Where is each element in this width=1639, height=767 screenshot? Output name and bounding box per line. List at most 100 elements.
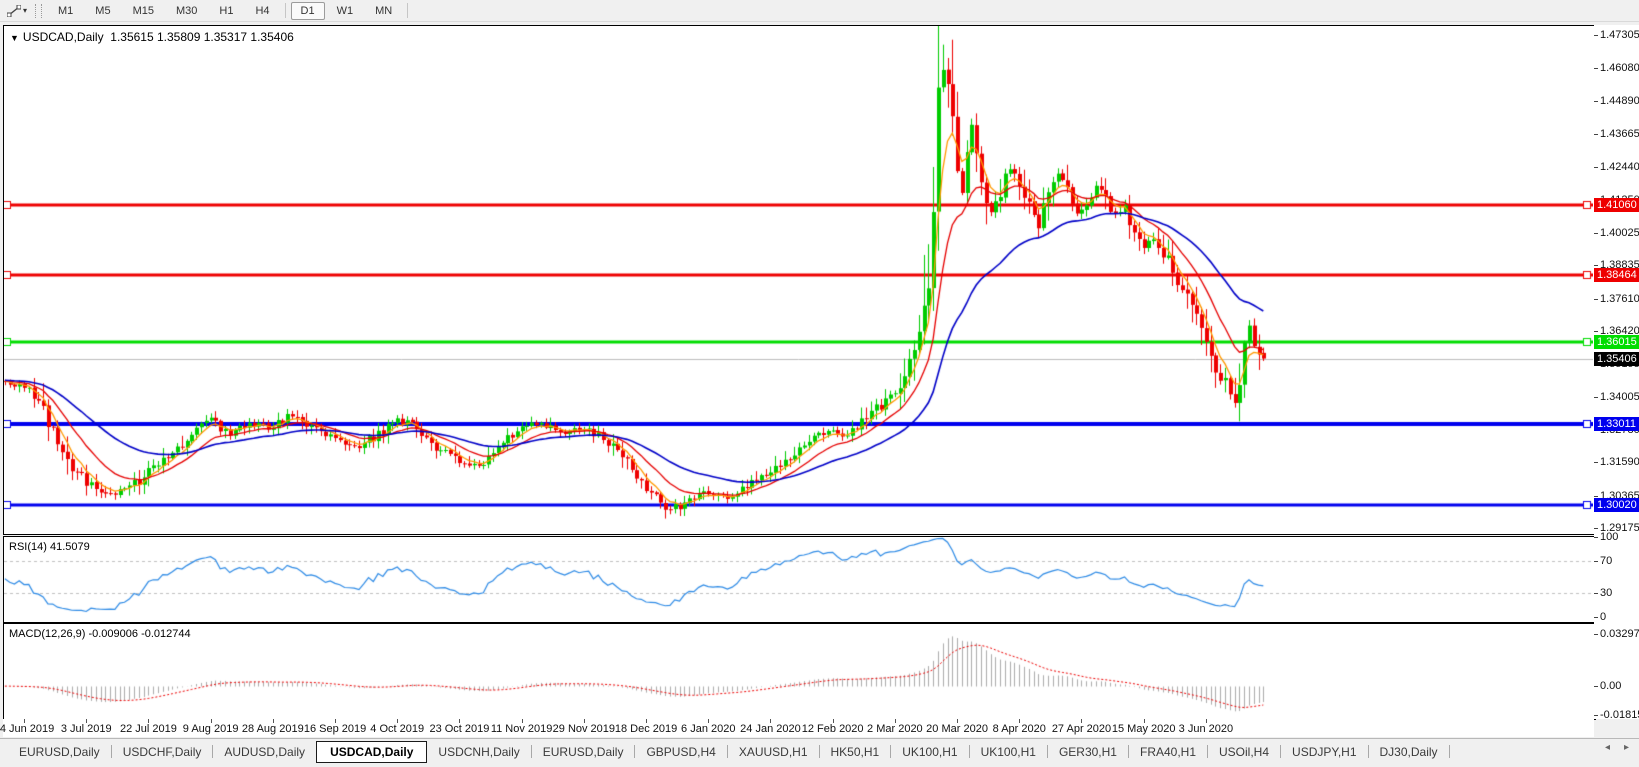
date-tick-label: 8 Apr 2020 bbox=[993, 723, 1046, 735]
price-tick-mark bbox=[1594, 167, 1598, 168]
price-tick-mark bbox=[1594, 299, 1598, 300]
date-tick-label: 3 Jul 2019 bbox=[61, 723, 112, 735]
price-axis[interactable]: 1.473051.460801.448901.436651.424401.412… bbox=[1594, 25, 1639, 719]
price-tick-label: 1.42440 bbox=[1600, 161, 1639, 173]
hline-price-tag: 1.30020 bbox=[1594, 498, 1639, 512]
timeframe-button-m5[interactable]: M5 bbox=[85, 2, 120, 20]
price-tick-mark bbox=[1594, 233, 1598, 234]
chart-tab-ger30-h1[interactable]: GER30,H1 bbox=[1048, 742, 1128, 762]
date-tick-label: 18 Dec 2019 bbox=[615, 723, 677, 735]
rsi-tick-label: 30 bbox=[1600, 587, 1612, 599]
price-tick-label: 1.44890 bbox=[1600, 95, 1639, 107]
chart-tab-hk50-h1[interactable]: HK50,H1 bbox=[820, 742, 891, 762]
price-tick-mark bbox=[1594, 397, 1598, 398]
timeframe-button-h4[interactable]: H4 bbox=[245, 2, 279, 20]
price-tick-mark bbox=[1594, 68, 1598, 69]
symbol-dropdown-icon: ▼ bbox=[10, 33, 19, 43]
macd-tick-label: 0.032972 bbox=[1600, 628, 1639, 640]
date-tick-label: 23 Oct 2019 bbox=[429, 723, 489, 735]
price-tick-label: 1.37610 bbox=[1600, 293, 1639, 305]
macd-canvas[interactable] bbox=[4, 624, 1593, 717]
hline-price-tag: 1.38464 bbox=[1594, 268, 1639, 282]
chart-tab-usdjpy-h1[interactable]: USDJPY,H1 bbox=[1281, 742, 1367, 762]
date-tick-label: 28 Aug 2019 bbox=[242, 723, 304, 735]
chart-tab-usdchf-daily[interactable]: USDCHF,Daily bbox=[112, 742, 213, 762]
chart-tab-fra40-h1[interactable]: FRA40,H1 bbox=[1129, 742, 1207, 762]
price-tick-label: 1.40025 bbox=[1600, 227, 1639, 239]
price-tick-mark bbox=[1594, 134, 1598, 135]
timeframe-button-h1[interactable]: H1 bbox=[209, 2, 243, 20]
macd-tick-label: 0.00 bbox=[1600, 680, 1621, 692]
rsi-indicator-label: RSI(14) 41.5079 bbox=[9, 541, 90, 553]
toolbar-separator bbox=[407, 3, 408, 18]
price-tick-mark bbox=[1594, 462, 1598, 463]
date-tick-label: 9 Aug 2019 bbox=[183, 723, 239, 735]
price-tick-label: 1.43665 bbox=[1600, 128, 1639, 140]
timeframe-button-m15[interactable]: M15 bbox=[123, 2, 164, 20]
tab-scroll-left-icon[interactable]: ◂ bbox=[1605, 742, 1610, 753]
chart-symbol-label: USDCAD,Daily bbox=[23, 30, 104, 44]
status-strip bbox=[0, 763, 1639, 767]
date-tick-label: 14 Jun 2019 bbox=[0, 723, 54, 735]
price-tick-mark bbox=[1594, 265, 1598, 266]
trendline-tool-icon[interactable]: ▾ bbox=[4, 4, 30, 18]
macd-tick-mark bbox=[1594, 715, 1598, 716]
timeframe-button-mn[interactable]: MN bbox=[365, 2, 402, 20]
chart-tab-eurusd-daily[interactable]: EURUSD,Daily bbox=[532, 742, 635, 762]
rsi-tick-label: 100 bbox=[1600, 531, 1618, 543]
main-chart-canvas[interactable] bbox=[4, 26, 1593, 532]
rsi-tick-mark bbox=[1594, 561, 1598, 562]
date-tick-label: 2 Mar 2020 bbox=[867, 723, 923, 735]
chevron-down-icon[interactable]: ▾ bbox=[23, 6, 27, 15]
current-price-tag: 1.35406 bbox=[1594, 352, 1639, 366]
trendline-icon bbox=[7, 5, 21, 17]
date-tick-label: 24 Jan 2020 bbox=[740, 723, 801, 735]
price-tick-label: 1.46080 bbox=[1600, 62, 1639, 74]
chart-tab-dj30-daily[interactable]: DJ30,Daily bbox=[1369, 742, 1449, 762]
price-tick-label: 1.31590 bbox=[1600, 456, 1639, 468]
tab-scroll-right-icon[interactable]: ▸ bbox=[1624, 742, 1629, 753]
hline-price-tag: 1.36015 bbox=[1594, 335, 1639, 349]
date-tick-label: 12 Feb 2020 bbox=[802, 723, 864, 735]
tab-scroll-controls: ◂ ▸ bbox=[1605, 742, 1629, 753]
macd-tick-mark bbox=[1594, 634, 1598, 635]
chart-tab-eurusd-daily[interactable]: EURUSD,Daily bbox=[8, 742, 111, 762]
macd-tick-label: -0.018154 bbox=[1600, 709, 1639, 721]
rsi-canvas[interactable] bbox=[4, 537, 1593, 620]
price-tick-mark bbox=[1594, 101, 1598, 102]
price-tick-mark bbox=[1594, 496, 1598, 497]
tab-separator bbox=[1449, 745, 1450, 758]
chart-tab-uk100-h1[interactable]: UK100,H1 bbox=[970, 742, 1047, 762]
timeframe-button-m30[interactable]: M30 bbox=[166, 2, 207, 20]
hline-price-tag: 1.41060 bbox=[1594, 198, 1639, 212]
chart-tab-uk100-h1[interactable]: UK100,H1 bbox=[891, 742, 968, 762]
chart-tab-usdcnh-daily[interactable]: USDCNH,Daily bbox=[427, 742, 530, 762]
date-tick-label: 27 Apr 2020 bbox=[1052, 723, 1111, 735]
timeframe-button-w1[interactable]: W1 bbox=[327, 2, 364, 20]
date-tick-label: 16 Sep 2019 bbox=[304, 723, 366, 735]
date-tick-label: 20 Mar 2020 bbox=[926, 723, 988, 735]
date-tick-label: 29 Nov 2019 bbox=[553, 723, 615, 735]
price-tick-mark bbox=[1594, 331, 1598, 332]
toolbar-grip bbox=[35, 4, 42, 18]
date-tick-label: 4 Oct 2019 bbox=[370, 723, 424, 735]
timeframe-toolbar: ▾ M1M5M15M30H1H4 D1W1MN bbox=[0, 0, 1639, 22]
rsi-tick-mark bbox=[1594, 593, 1598, 594]
date-tick-label: 15 May 2020 bbox=[1112, 723, 1176, 735]
chart-tab-gbpusd-h4[interactable]: GBPUSD,H4 bbox=[635, 742, 726, 762]
chart-tab-usoil-h4[interactable]: USOil,H4 bbox=[1208, 742, 1280, 762]
rsi-tick-mark bbox=[1594, 617, 1598, 618]
timeframe-button-d1[interactable]: D1 bbox=[291, 2, 325, 20]
chart-tab-audusd-daily[interactable]: AUDUSD,Daily bbox=[213, 742, 316, 762]
macd-tick-mark bbox=[1594, 686, 1598, 687]
rsi-tick-label: 70 bbox=[1600, 555, 1612, 567]
date-axis[interactable]: 14 Jun 20193 Jul 201922 Jul 20199 Aug 20… bbox=[3, 719, 1594, 737]
timeframe-button-m1[interactable]: M1 bbox=[48, 2, 83, 20]
chart-tabbar: EURUSD,DailyUSDCHF,DailyAUDUSD,DailyUSDC… bbox=[0, 738, 1639, 764]
rsi-tick-mark bbox=[1594, 537, 1598, 538]
price-tick-label: 1.34005 bbox=[1600, 391, 1639, 403]
chart-tab-usdcad-daily[interactable]: USDCAD,Daily bbox=[316, 741, 427, 763]
date-tick-label: 3 Jun 2020 bbox=[1179, 723, 1233, 735]
price-tick-label: 1.47305 bbox=[1600, 29, 1639, 41]
chart-tab-xauusd-h1[interactable]: XAUUSD,H1 bbox=[728, 742, 819, 762]
